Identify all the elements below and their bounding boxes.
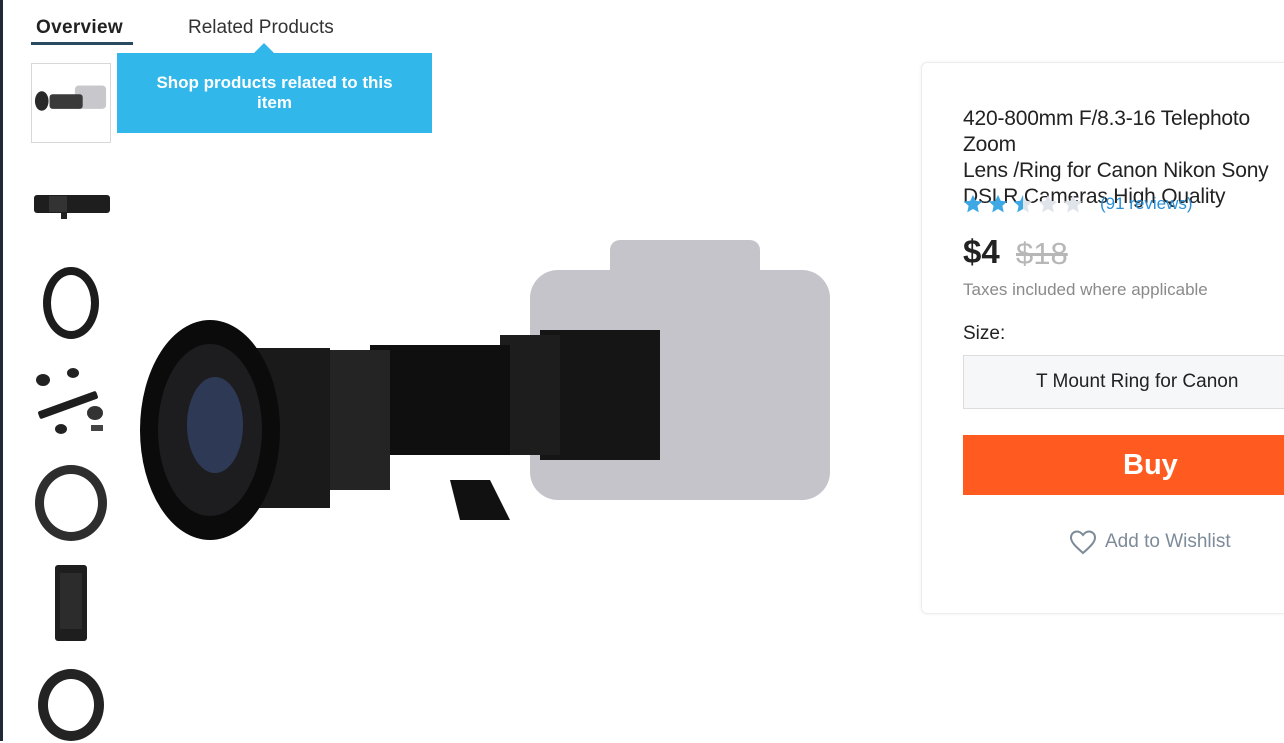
- tab-overview[interactable]: Overview: [36, 15, 123, 41]
- thumb-package-contents[interactable]: [31, 363, 111, 443]
- add-to-wishlist-button[interactable]: Add to Wishlist: [1069, 529, 1231, 555]
- heart-icon: [1069, 530, 1097, 555]
- lens-camera-thumbnail-image: [32, 64, 110, 142]
- star-full-icon: [988, 194, 1008, 213]
- main-product-image: [140, 240, 830, 540]
- t-ring-thumbnail-image: [31, 263, 111, 343]
- package-contents-thumbnail-image: [31, 363, 111, 443]
- telephoto-lens: [140, 320, 660, 540]
- active-tab-underline: [31, 42, 133, 45]
- star-empty-icon: [1038, 194, 1058, 213]
- related-products-tooltip[interactable]: Shop products related to this item: [117, 53, 432, 133]
- thumb-t-ring-2[interactable]: [31, 463, 111, 543]
- reviews-link[interactable]: (91 reviews): [1100, 194, 1193, 214]
- lens-side-thumbnail-image: [31, 163, 111, 243]
- wishlist-label: Add to Wishlist: [1105, 531, 1231, 552]
- current-price: $4: [963, 233, 1000, 270]
- original-price: $18: [1016, 236, 1068, 271]
- product-info-panel: 420-800mm F/8.3-16 Telephoto Zoom Lens /…: [921, 62, 1284, 614]
- window-edge: [0, 0, 3, 741]
- size-label: Size:: [963, 323, 1006, 344]
- thumb-t-ring[interactable]: [31, 263, 111, 343]
- thumb-lens-barrel[interactable]: [31, 563, 111, 643]
- star-empty-icon: [1063, 194, 1083, 213]
- size-option-selected[interactable]: T Mount Ring for Canon: [963, 355, 1284, 409]
- taxes-note: Taxes included where applicable: [963, 280, 1208, 299]
- lens-barrel-thumbnail-image: [31, 563, 111, 643]
- product-rating: (91 reviews): [962, 193, 1193, 215]
- tab-related-products[interactable]: Related Products: [188, 15, 334, 41]
- buy-button[interactable]: Buy: [963, 435, 1284, 495]
- star-half-icon: [1013, 194, 1033, 213]
- thumb-t-ring-3[interactable]: [31, 663, 111, 743]
- t-ring-3-thumbnail-image: [31, 663, 111, 743]
- thumb-lens-side[interactable]: [31, 163, 111, 243]
- star-full-icon: [963, 194, 983, 213]
- thumb-lens-on-camera[interactable]: [31, 63, 111, 143]
- t-ring-2-thumbnail-image: [31, 463, 111, 543]
